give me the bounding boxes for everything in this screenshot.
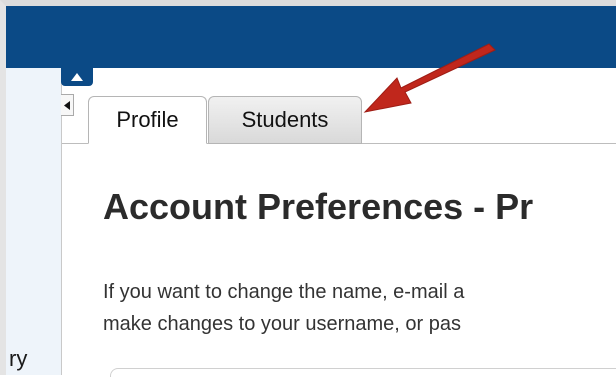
triangle-left-icon [64, 100, 70, 110]
content-panel [62, 144, 616, 375]
triangle-up-icon [71, 73, 83, 81]
description-line-2: make changes to your username, or pas [103, 313, 461, 335]
form-box-edge [110, 368, 616, 377]
page-title: Account Preferences - Pr [103, 186, 534, 227]
collapse-header-button[interactable] [61, 68, 93, 86]
tab-profile-label: Profile [116, 107, 179, 132]
page-description: If you want to change the name, e-mail a… [103, 276, 616, 340]
left-sidebar: ry [6, 68, 62, 375]
description-line-1: If you want to change the name, e-mail a [103, 281, 465, 303]
sidebar-partial-text: ry [9, 346, 28, 371]
red-arrow-annotation [363, 43, 496, 113]
tab-profile[interactable]: Profile [88, 96, 207, 144]
collapse-sidebar-button[interactable] [61, 94, 74, 116]
tab-students-label: Students [241, 107, 329, 132]
tab-students[interactable]: Students [208, 96, 362, 144]
top-navigation-bar [6, 6, 616, 68]
